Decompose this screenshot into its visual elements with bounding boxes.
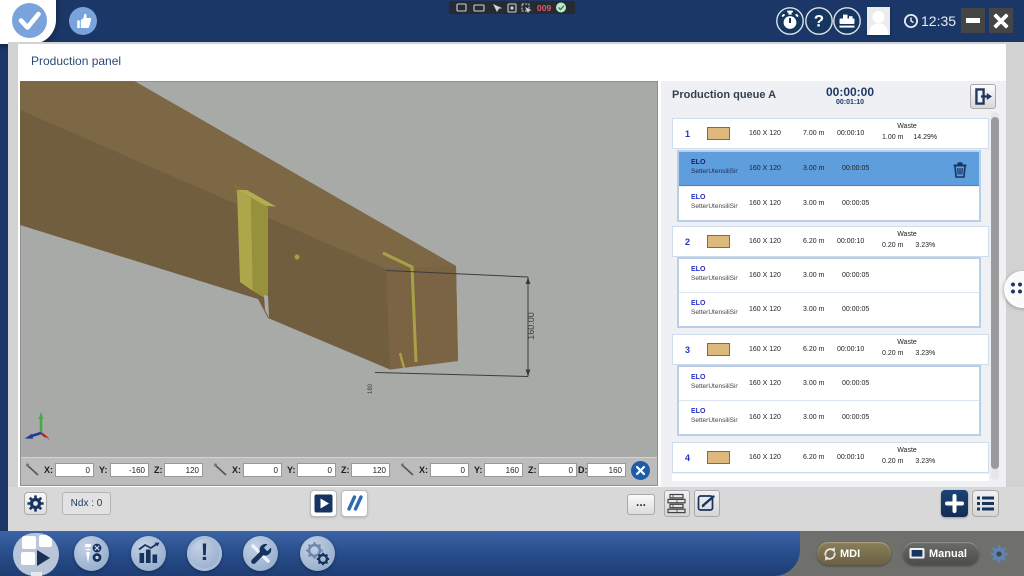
- svg-text:180: 180: [368, 383, 374, 394]
- svg-text:009: 009: [537, 3, 551, 13]
- svg-text:160.00: 160.00: [526, 312, 536, 340]
- svg-text:?: ?: [814, 12, 824, 31]
